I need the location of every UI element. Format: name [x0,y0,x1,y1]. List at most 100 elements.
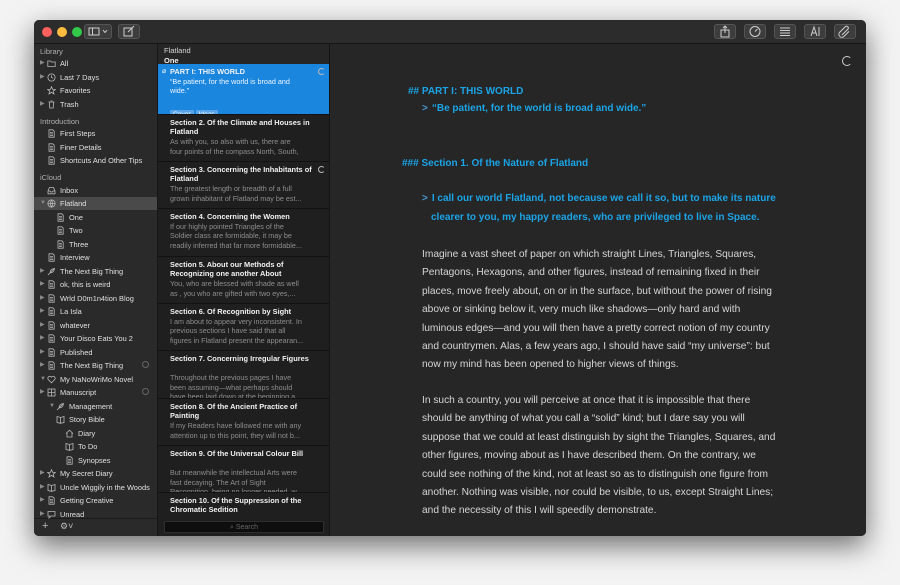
sidebar-item-the-next-big-thing[interactable]: ▶ The Next Big Thing [34,265,157,278]
disclosure-closed-icon[interactable]: ▶ [40,305,45,318]
disclosure-closed-icon[interactable]: ▶ [40,494,45,507]
sidebar-item-manuscript[interactable]: ▶ Manuscript [34,386,157,399]
sidebar-item-management[interactable]: ▼ Management [34,400,157,413]
disclosure-closed-icon[interactable]: ▶ [40,319,45,332]
disclosure-closed-icon[interactable]: ▶ [40,467,45,480]
disclosure-closed-icon[interactable]: ▶ [40,332,45,345]
view-toggle-button[interactable] [84,24,112,39]
disclosure-closed-icon[interactable]: ▶ [40,265,45,278]
sheet-excerpt-line: Soldier class are formidable, it may be [170,231,292,240]
sidebar-item-last-7-days[interactable]: ▶ Last 7 Days [34,71,157,84]
sidebar-item-trash[interactable]: ▶ Trash [34,98,157,111]
minimize-button[interactable] [57,27,67,37]
disclosure-open-icon[interactable]: ▼ [40,373,46,386]
sheet-card[interactable]: Section 3. Concerning the Inhabitants of… [158,162,329,209]
sheet-card[interactable]: Section 5. About our Methods of Recogniz… [158,257,329,304]
sidebar-item-la-isla[interactable]: ▶ La Isla [34,305,157,318]
compose-button[interactable] [118,24,140,39]
sidebar-item-all[interactable]: ▶ All [34,57,157,70]
sidebar-item-label: Story Bible [69,415,105,424]
sidebar-item-published[interactable]: ▶ Published [34,346,157,359]
disclosure-open-icon[interactable]: ▼ [49,400,55,413]
sidebar-item-getting-creative[interactable]: ▶ Getting Creative [34,494,157,507]
disclosure-closed-icon[interactable]: ▶ [40,71,45,84]
sheet-card[interactable]: Section 9. Of the Universal Colour Bill B… [158,446,329,493]
sidebar-item-wrld-d0m1n4tion-blog[interactable]: ▶ Wrld D0m1n4tion Blog [34,292,157,305]
attachments-button[interactable] [834,24,856,39]
sidebar-item-interview[interactable]: Interview [34,251,157,264]
disclosure-closed-icon[interactable]: ▶ [40,508,45,521]
sheet-excerpt-line: grown inhabitant of Flatland may be est.… [170,193,302,203]
disclosure-closed-icon[interactable]: ▶ [40,98,45,111]
sheet-excerpt-line: Throughout the previous pages I have [170,373,292,382]
sidebar-item-my-nanowrimo-novel[interactable]: ▼ My NaNoWriMo Novel [34,373,157,386]
globe-icon [47,199,56,208]
sidebar-item-ok-this-is-weird[interactable]: ▶ ok, this is weird [34,278,157,291]
sheet-excerpt-line: But meanwhile the intellectual Arts were [170,468,298,477]
sidebar-item-uncle-wiggily-in-the-woods[interactable]: ▶ Uncle Wiggily in the Woods [34,481,157,494]
sync-status-icon [318,68,325,75]
paragraph-line: In such a country, you will perceive at … [422,395,751,406]
sheet-card[interactable]: ⌀ PART I: THIS WORLD “Be patient, for the … [158,64,329,115]
editor[interactable]: ## PART I: THIS WORLD > “Be patient, for … [330,44,866,536]
sheet-excerpt-line: readily inferred that far more formidabl… [170,240,302,250]
sheet-excerpt-line: I am about to appear very inconsistent. … [170,316,302,326]
sidebar-item-first-steps[interactable]: First Steps [34,127,157,140]
sidebar-item-my-secret-diary[interactable]: ▶ My Secret Diary [34,467,157,480]
feather-icon [47,267,56,276]
sidebar-item-label: My Secret Diary [60,469,113,478]
gear-menu-button[interactable]: ⚙︎˅ [60,521,73,532]
sheet-card[interactable]: Section 8. Of the Ancient Practice of Pa… [158,399,329,446]
disclosure-closed-icon[interactable]: ▶ [40,292,45,305]
sidebar-item-inbox[interactable]: Inbox [34,184,157,197]
sheet-excerpt-line: been assuming—what perhaps should [170,382,293,392]
sheet-excerpt-line: wide.” [170,86,190,95]
sidebar-item-flatland[interactable]: ▼ Flatland [34,197,157,210]
paragraph-line: other figures, moving about as I have de… [422,450,756,462]
sheet-title: Section 9. Of the Universal Colour Bill [170,449,304,458]
add-button[interactable]: + [42,520,48,532]
disclosure-closed-icon[interactable]: ▶ [40,278,45,291]
disclosure-closed-icon[interactable]: ▶ [40,346,45,359]
sidebar-item-three[interactable]: Three [34,238,157,251]
progress-button[interactable] [744,24,766,39]
sidebar-item-diary[interactable]: Diary [34,427,157,440]
document-icon [47,320,56,330]
share-button[interactable] [714,24,736,39]
sidebar-item-your-disco-eats-you-2[interactable]: ▶ Your Disco Eats You 2 [34,332,157,345]
document-icon [47,307,56,316]
disclosure-closed-icon[interactable]: ▶ [40,359,45,372]
sidebar-item-favorites[interactable]: Favorites [34,84,157,97]
sidebar-item-label: Shortcuts And Other Tips [60,156,143,165]
outline-button[interactable] [774,24,796,39]
font-icon [810,25,820,37]
sidebar-item-synopses[interactable]: Synopses [34,454,157,467]
sidebar-item-story-bible[interactable]: Story Bible [34,413,157,426]
sheet-card[interactable]: Section 7. Concerning Irregular Figures T… [158,351,329,399]
sheet-card[interactable]: Section 6. Of Recognition by Sight I am a… [158,304,329,351]
close-button[interactable] [42,27,52,37]
typography-button[interactable] [804,24,826,39]
sheet-card[interactable]: Section 2. Of the Climate and Houses in … [158,115,329,162]
sidebar-item-two[interactable]: Two [34,224,157,237]
disclosure-closed-icon[interactable]: ▶ [40,386,45,399]
star-icon [46,85,57,95]
sidebar-item-unread[interactable]: ▶ Unread [34,508,157,521]
sidebar-item-label: To Do [78,442,98,451]
sidebar-item-finer-details[interactable]: Finer Details [34,141,157,154]
sidebar-item-whatever[interactable]: ▶ whatever [34,319,157,332]
disclosure-closed-icon[interactable]: ▶ [40,57,45,70]
sync-status-icon [142,361,149,368]
sidebar-item-the-next-big-thing[interactable]: ▶ The Next Big Thing [34,359,157,372]
document-icon [65,455,74,465]
zoom-button[interactable] [72,27,82,37]
sidebar-item-to-do[interactable]: To Do [34,440,157,453]
sheet-card[interactable]: Section 10. Of the Suppression of the Ch… [158,493,329,536]
sheet-card[interactable]: Section 4. Concerning the Women If our hi… [158,209,329,257]
disclosure-closed-icon[interactable]: ▶ [40,481,45,494]
document-icon [47,347,56,357]
sidebar-item-one[interactable]: One [34,211,157,224]
sheet-title: Section 8. Of the Ancient Practice of Pa… [170,402,298,420]
disclosure-open-icon[interactable]: ▼ [40,197,46,210]
sidebar-item-shortcuts-and-other-tips[interactable]: Shortcuts And Other Tips [34,154,157,167]
